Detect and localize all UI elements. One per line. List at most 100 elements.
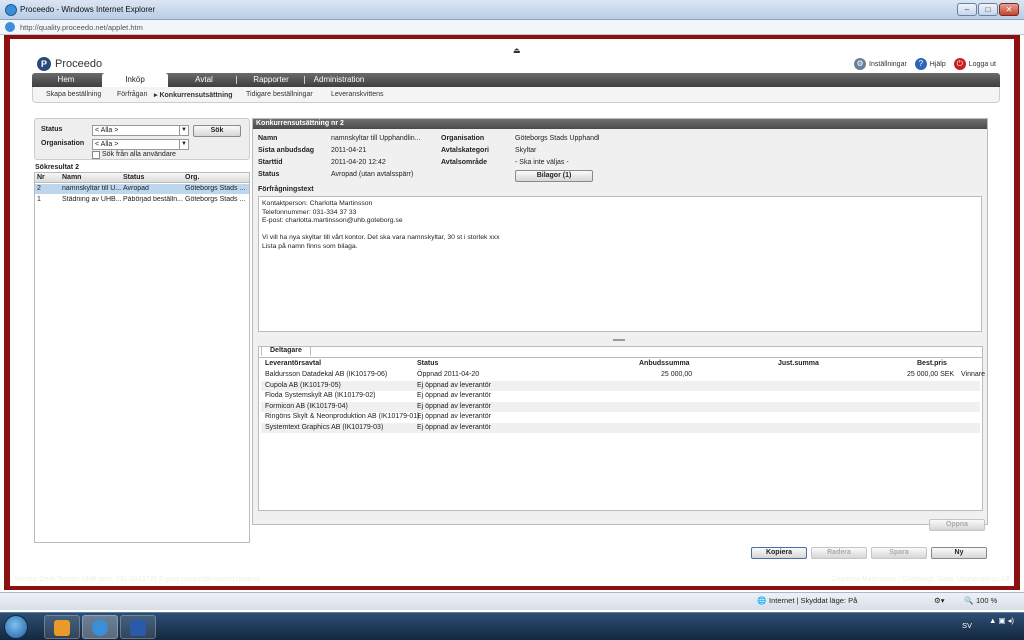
col-namn[interactable]: Namn	[62, 174, 81, 181]
url-text[interactable]: http://quality.proceedo.net/applet.htm	[20, 23, 143, 32]
nav-avtal[interactable]: Avtal	[172, 73, 236, 87]
close-button[interactable]: ✕	[999, 3, 1019, 16]
delete-button[interactable]: Radera	[811, 547, 867, 559]
splitter-handle[interactable]	[613, 339, 625, 341]
row-avtal: Floda Systemskylt AB (IK10179-02)	[265, 392, 376, 399]
settings-icon: ⚙	[854, 58, 867, 70]
maximize-button[interactable]: □	[978, 3, 998, 16]
organisation-label: Organisation	[41, 140, 85, 147]
address-bar[interactable]: http://quality.proceedo.net/applet.htm	[0, 20, 1024, 35]
kat-value: Skyltar	[515, 147, 537, 154]
org-value: Göteborgs Stads Upphandl	[515, 135, 600, 142]
help-label: Hjälp	[929, 60, 946, 68]
detail-panel: Konkurrensutsättning nr 2 Namn namnskylt…	[252, 118, 988, 531]
browser-statusbar: 🌐 Internet | Skyddat läge: På ⚙▾ 🔍 100 %	[0, 592, 1024, 610]
search-panel: Status < Alla > ▼ Organisation < Alla > ▼ …	[34, 118, 250, 160]
start-button[interactable]	[4, 615, 28, 639]
result-row[interactable]: 1 Städning av UHB... Påbörjad beställn..…	[35, 195, 249, 205]
bilagor-button[interactable]: Bilagor (1)	[515, 170, 593, 182]
subnav-forfragan[interactable]: Förfrågan	[117, 91, 147, 98]
status-value: Avropad (utan avtalsspärr)	[331, 171, 414, 178]
app-frame: ⏏ P Proceedo ⚙ Inställningar ? Hjälp ⏻ Logg…	[4, 35, 1020, 590]
organisation-select-value: < Alla >	[95, 141, 119, 148]
new-button[interactable]: Ny	[931, 547, 987, 559]
row-status: Ej öppnad av leverantör	[417, 423, 491, 431]
row-avtal: Baldursson Datadekal AB (IK10179-06)	[265, 371, 388, 378]
zone-text[interactable]: Internet | Skyddat läge: På	[769, 596, 857, 605]
nav-hem[interactable]: Hem	[32, 73, 100, 87]
collapse-header-icon[interactable]: ⏏	[513, 46, 521, 55]
zoom-level[interactable]: 100 %	[976, 596, 997, 605]
zone-icon: 🌐	[757, 596, 767, 605]
ie-icon	[92, 620, 108, 636]
subnav-tidigare[interactable]: Tidigare beställningar	[246, 91, 313, 98]
participant-row[interactable]: Systemtext Graphics AB (IK10179-03) Ej ö…	[261, 422, 980, 433]
row-avtal: Formicon AB (IK10179-04)	[265, 402, 348, 410]
col-anbudssumma[interactable]: Anbudssumma	[639, 360, 690, 367]
minimize-button[interactable]: –	[957, 3, 977, 16]
nav-inkop[interactable]: Inköp	[102, 73, 168, 87]
col-justsumma[interactable]: Just.summa	[778, 360, 819, 367]
help-link[interactable]: ? Hjälp	[914, 58, 946, 70]
save-button[interactable]: Spara	[871, 547, 927, 559]
nav-rapporter[interactable]: Rapporter	[238, 73, 304, 87]
text-line: Kontaktperson: Charlotta Martinsson	[262, 200, 373, 207]
col-org[interactable]: Org.	[185, 174, 199, 181]
help-icon: ?	[914, 58, 927, 70]
participant-row[interactable]: Baldursson Datadekal AB (IK10179-06) Öpp…	[261, 370, 985, 381]
participant-row[interactable]: Floda Systemskylt AB (IK10179-02) Ej öpp…	[261, 391, 980, 402]
window-title: Proceedo - Windows Internet Explorer	[20, 5, 156, 14]
tray-clock[interactable]: ▲ ▣ ◂)	[989, 616, 1014, 626]
browser-titlebar: Proceedo - Windows Internet Explorer – □…	[0, 0, 1024, 20]
zoom-icon[interactable]: 🔍	[964, 596, 973, 605]
tab-deltagare[interactable]: Deltagare	[261, 346, 311, 356]
language-indicator[interactable]: SV	[962, 621, 972, 630]
col-status[interactable]: Status	[123, 174, 144, 181]
row-status: Påbörjad beställn...	[123, 196, 183, 203]
all-users-label: Sök från alla användare	[102, 151, 176, 158]
text-line	[262, 226, 978, 235]
page-icon	[5, 22, 15, 32]
search-button[interactable]: Sök	[193, 125, 241, 137]
detail-title: Konkurrensutsättning nr 2	[253, 119, 987, 129]
participant-row[interactable]: Formicon AB (IK10179-04) Ej öppnad av le…	[261, 401, 980, 412]
participant-row[interactable]: Ringöns Skylt & Neonproduktion AB (IK101…	[261, 412, 980, 423]
taskbar-app-ie[interactable]	[82, 615, 118, 639]
open-button[interactable]: Öppna	[929, 519, 985, 531]
col-nr[interactable]: Nr	[37, 174, 45, 181]
taskbar-app-word[interactable]	[120, 615, 156, 639]
copy-button[interactable]: Kopiera	[751, 547, 807, 559]
settings-link[interactable]: ⚙ Inställningar	[854, 58, 907, 70]
result-row[interactable]: 2 namnskyltar till U... Avropad Göteborg…	[35, 184, 249, 194]
col-bestpris[interactable]: Best.pris	[917, 360, 947, 367]
results-header: Nr Namn Status Org.	[35, 173, 249, 183]
row-status: Ej öppnad av leverantör	[417, 381, 491, 389]
security-icon[interactable]: ⚙▾	[934, 596, 945, 605]
nav-separator	[304, 76, 305, 84]
status-label: Status	[258, 171, 280, 178]
taskbar-app-explorer[interactable]	[44, 615, 80, 639]
subnav-leverans[interactable]: Leveranskvittens	[331, 91, 384, 98]
participant-row[interactable]: Cupola AB (IK10179-05) Ej öppnad av leve…	[261, 380, 980, 391]
subnav-konkurrens[interactable]: ▸ Konkurrensutsättning	[154, 91, 233, 99]
text-line: Lista på namn finns som bilaga.	[262, 242, 358, 250]
settings-label: Inställningar	[869, 60, 907, 68]
top-links: ⚙ Inställningar ? Hjälp ⏻ Logga ut	[854, 58, 996, 70]
row-anbud: 25 000,00	[661, 371, 693, 378]
status-select[interactable]: < Alla > ▼	[92, 125, 189, 136]
row-avtal: Cupola AB (IK10179-05)	[265, 381, 341, 389]
all-users-checkbox[interactable]	[92, 151, 100, 159]
request-textarea[interactable]: Kontaktperson: Charlotta Martinsson Tele…	[258, 196, 982, 332]
organisation-select[interactable]: < Alla > ▼	[92, 139, 189, 150]
col-status[interactable]: Status	[417, 360, 438, 367]
row-status: Ej öppnad av leverantör	[417, 413, 491, 420]
logout-link[interactable]: ⏻ Logga ut	[953, 58, 996, 70]
namn-label: Namn	[258, 135, 278, 142]
row-org: Göteborgs Stads ...	[185, 196, 246, 203]
col-leverantorsavtal[interactable]: Leverantörsavtal	[265, 360, 321, 367]
nav-administration[interactable]: Administration	[306, 73, 372, 87]
subnav-skapa[interactable]: Skapa beställning	[46, 91, 101, 98]
footer-left: Service Desk Telefon UHB adm: 031-334372…	[14, 576, 260, 583]
sista-value: 2011-04-21	[331, 147, 367, 154]
power-icon: ⏻	[953, 58, 966, 70]
